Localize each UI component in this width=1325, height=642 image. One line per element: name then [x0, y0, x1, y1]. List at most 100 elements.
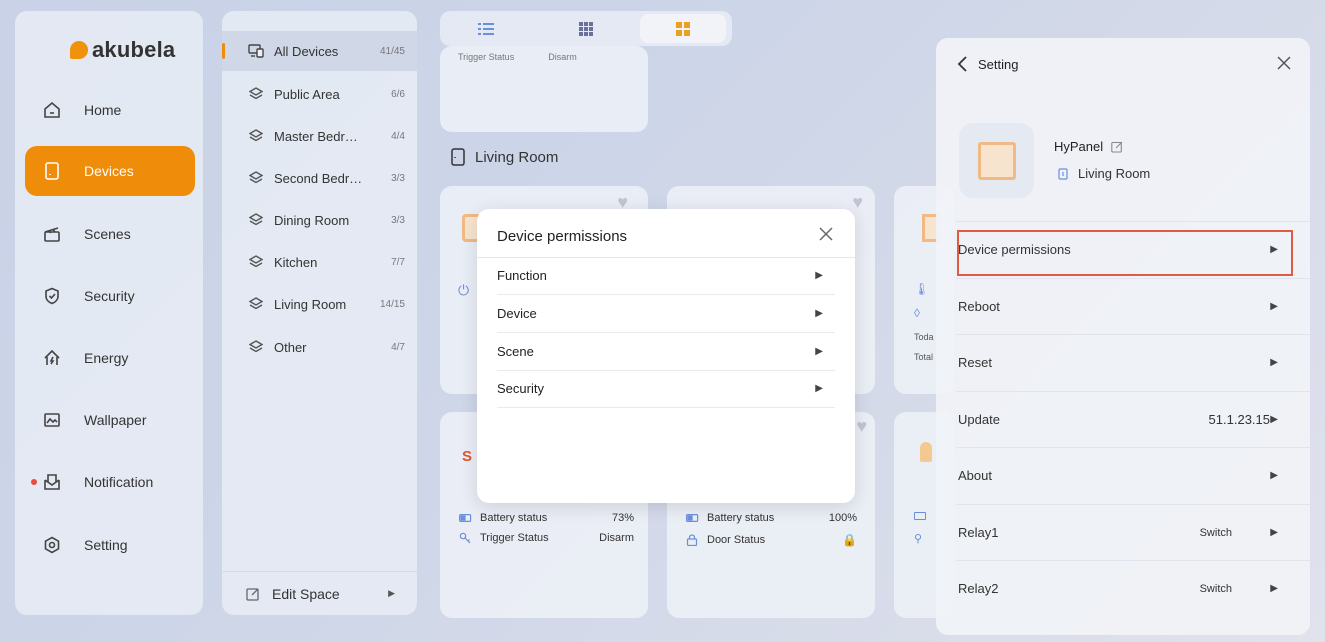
space-label: Second Bedr… [274, 170, 363, 186]
device-image [959, 123, 1034, 198]
layers-icon [248, 339, 264, 355]
gear-icon [42, 535, 62, 555]
app-logo: akubela [70, 37, 175, 63]
list-view-button[interactable] [443, 14, 529, 43]
device-card[interactable]: Trigger Status Disarm [440, 46, 648, 132]
permission-item-device[interactable]: Device ▶ [497, 295, 835, 333]
setting-row-reset[interactable]: Reset ▶ [956, 334, 1310, 390]
sidebar-item-label: Home [84, 102, 122, 118]
space-count: 3/3 [391, 172, 405, 184]
row-label: Device permissions [958, 242, 1071, 257]
layers-icon [248, 128, 264, 144]
space-label: Other [274, 339, 307, 355]
chevron-right-icon: ▶ [1270, 583, 1278, 594]
permission-item-security[interactable]: Security ▶ [497, 370, 835, 408]
grid-icon [579, 21, 593, 36]
space-item-other[interactable]: Other 4/7 [222, 327, 417, 367]
list-icon [478, 22, 494, 35]
section-title: Living Room [451, 148, 558, 166]
setting-row-update[interactable]: Update 51.1.23.15 ▶ [956, 391, 1310, 447]
humidity-icon: ◊ [914, 306, 920, 320]
chevron-right-icon: ▶ [1270, 414, 1278, 425]
panel-icon [977, 141, 1016, 180]
trigger-status-label: Trigger Status [458, 52, 515, 62]
grid-view-button[interactable] [543, 14, 629, 43]
sidebar-item-label: Security [84, 288, 135, 304]
clapper-icon [42, 224, 62, 244]
space-count: 3/3 [391, 214, 405, 226]
chevron-right-icon: ▶ [815, 308, 823, 319]
tablet-icon [42, 161, 62, 181]
back-button[interactable]: Setting [956, 55, 1018, 73]
setting-row-about[interactable]: About ▶ [956, 447, 1310, 503]
layers-icon [248, 212, 264, 228]
space-item-second-bedroom[interactable]: Second Bedr… 3/3 [222, 158, 417, 198]
sidebar-item-home[interactable]: Home [25, 85, 195, 135]
sidebar-item-scenes[interactable]: Scenes [25, 209, 195, 259]
relay-mode: Switch [1199, 582, 1232, 595]
space-label: Master Bedr… [274, 128, 358, 144]
sidebar-item-energy[interactable]: Energy [25, 333, 195, 383]
space-label: Public Area [274, 86, 340, 102]
card-view-button[interactable] [640, 14, 726, 43]
row-label: Update [958, 412, 1000, 427]
space-item-master-bedroom[interactable]: Master Bedr… 4/4 [222, 116, 417, 156]
row-label: About [958, 468, 992, 483]
relay-mode: Switch [1199, 526, 1232, 539]
space-item-kitchen[interactable]: Kitchen 7/7 [222, 242, 417, 282]
permission-label: Device [497, 306, 537, 321]
sidebar-item-security[interactable]: Security [25, 271, 195, 321]
heart-icon[interactable]: ♥ [856, 416, 867, 437]
sidebar-item-devices[interactable]: Devices [25, 146, 195, 196]
shield-icon [42, 286, 62, 306]
space-item-dining-room[interactable]: Dining Room 3/3 [222, 200, 417, 240]
close-icon[interactable] [1276, 55, 1292, 76]
power-icon[interactable]: ⏻ [458, 282, 469, 299]
device-name-text: HyPanel [1054, 139, 1104, 154]
setting-title: Setting [978, 56, 1019, 72]
key-icon [458, 532, 472, 544]
today-label: Toda [914, 332, 934, 342]
sidebar-item-wallpaper[interactable]: Wallpaper [25, 395, 195, 445]
dialog-title: Device permissions [497, 228, 628, 245]
device-room-text: Living Room [1078, 166, 1151, 181]
space-count: 14/15 [379, 298, 405, 310]
heart-icon[interactable]: ♥ [852, 192, 863, 213]
battery-row: Battery status 100% [685, 512, 857, 524]
space-count: 6/6 [391, 88, 405, 100]
space-label: Kitchen [274, 254, 318, 270]
setting-row-relay2[interactable]: Relay2 Switch ▶ [956, 560, 1310, 616]
unread-dot [31, 479, 37, 485]
chevron-right-icon: ▶ [815, 346, 823, 357]
close-icon[interactable] [815, 223, 837, 245]
chevron-right-icon: ▶ [388, 588, 395, 598]
battery-icon [685, 514, 699, 522]
space-item-public-area[interactable]: Public Area 6/6 [222, 74, 417, 114]
device-name[interactable]: HyPanel [1054, 139, 1123, 154]
sidebar-item-setting[interactable]: Setting [25, 520, 195, 570]
edit-icon [1111, 141, 1123, 153]
space-count: 4/4 [391, 130, 405, 142]
row-label: Reboot [958, 299, 1000, 314]
sidebar-item-label: Setting [84, 537, 128, 553]
space-item-all-devices[interactable]: All Devices 41/45 [222, 31, 417, 71]
setting-row-relay1[interactable]: Relay1 Switch ▶ [956, 504, 1310, 560]
edit-space-button[interactable]: Edit Space ▶ [222, 571, 417, 615]
space-label: Dining Room [274, 212, 350, 228]
setting-row-reboot[interactable]: Reboot ▶ [956, 278, 1310, 334]
device-permissions-dialog: Device permissions Function ▶ Device ▶ S… [477, 209, 855, 503]
permission-label: Function [497, 268, 547, 283]
setting-row-device-permissions[interactable]: Device permissions ▶ [956, 221, 1310, 277]
trigger-status-row: Trigger Status Disarm [458, 52, 577, 62]
permission-item-scene[interactable]: Scene ▶ [497, 333, 835, 371]
room-icon [1058, 167, 1068, 180]
sidebar-item-label: Notification [84, 474, 154, 490]
sidebar-item-notification[interactable]: Notification [25, 457, 195, 507]
space-item-living-room[interactable]: Living Room 14/15 [222, 284, 417, 324]
firmware-version: 51.1.23.15 [1208, 412, 1270, 427]
permission-item-function[interactable]: Function ▶ [497, 257, 835, 295]
mail-icon [42, 472, 62, 492]
chevron-right-icon: ▶ [1270, 301, 1278, 312]
view-switcher [440, 11, 732, 46]
brand-logo: S [462, 448, 473, 465]
